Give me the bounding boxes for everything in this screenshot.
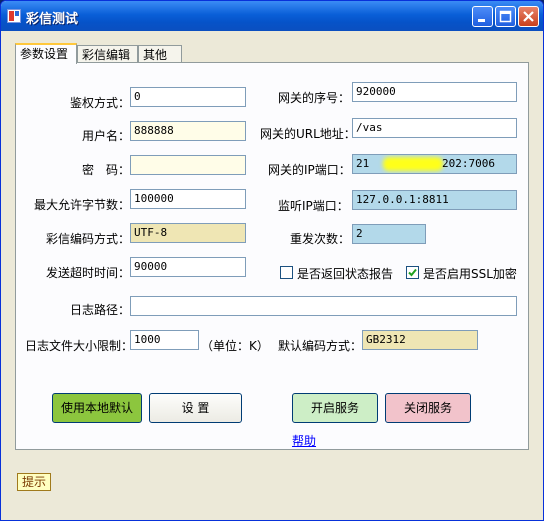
gateway-ip-suffix: 202:7006 [442,157,495,170]
start-service-button[interactable]: 开启服务 [292,393,378,423]
minimize-icon [478,19,485,22]
retry-count-label: 重发次数： [290,232,351,246]
return-report-label: 是否返回状态报告 [297,267,394,281]
app-icon [7,9,21,23]
help-link[interactable]: 帮助 [292,432,316,449]
log-size-label: 日志文件大小限制： [25,339,134,353]
close-button[interactable] [518,6,539,27]
default-encoding-label: 默认编码方式： [278,339,363,353]
encoding-label: 彩信编码方式： [46,232,131,246]
username-label: 用户名： [82,129,131,143]
password-input[interactable] [130,155,246,175]
max-bytes-label: 最大允许字节数： [34,198,131,212]
maximize-button[interactable] [495,6,516,27]
window-title: 彩信测试 [26,12,79,27]
enable-ssl-label: 是否启用SSL加密 [423,267,517,281]
title-bar[interactable]: 彩信测试 [1,1,543,31]
log-size-input[interactable]: 1000 [130,330,199,350]
log-path-label: 日志路径： [70,303,131,317]
use-local-default-button[interactable]: 使用本地默认 [52,393,142,423]
gateway-ip-label: 网关的IP端口： [268,163,351,177]
settings-button[interactable]: 设 置 [149,393,242,423]
password-label: 密 码： [82,163,131,177]
hint-status-label: 提示 [17,473,52,491]
maximize-icon [499,10,512,23]
gateway-url-label: 网关的URL地址： [260,127,356,141]
unit-label: （单位：K） [201,339,269,353]
listen-ip-input[interactable]: 127.0.0.1:8811 [352,190,517,210]
close-icon [523,11,534,22]
username-input[interactable]: 888888 [130,121,246,141]
gateway-ip-prefix: 21 [356,157,370,170]
timeout-label: 发送超时时间： [46,266,131,280]
tab-other[interactable]: 其他 [138,45,182,63]
gateway-seq-label: 网关的序号： [278,91,351,105]
minimize-button[interactable] [472,6,493,27]
log-path-input[interactable] [130,296,517,316]
gateway-url-input[interactable]: /vas [352,118,517,138]
listen-ip-label: 监听IP端口： [278,199,349,213]
timeout-input[interactable]: 90000 [130,257,246,277]
auth-input[interactable]: 0 [130,87,246,107]
retry-count-input[interactable]: 2 [352,224,426,244]
gateway-ip-input[interactable]: 21 202:7006 [352,154,517,174]
stop-service-button[interactable]: 关闭服务 [385,393,471,423]
redaction-highlight [383,157,443,171]
tab-mms-edit[interactable]: 彩信编辑 [77,45,138,63]
gateway-seq-input[interactable]: 920000 [352,82,517,102]
enable-ssl-checkbox[interactable] [406,266,419,279]
max-bytes-input[interactable]: 100000 [130,189,246,209]
encoding-input[interactable]: UTF-8 [130,223,246,243]
return-report-checkbox[interactable] [280,266,293,279]
default-encoding-input[interactable]: GB2312 [362,330,478,350]
auth-label: 鉴权方式： [70,96,131,110]
checkmark-icon [408,268,417,277]
tab-parameters[interactable]: 参数设置 [15,43,77,64]
main-window: 彩信测试 参数设置 彩信编辑 其他 鉴权方式： 0 用户名： 888888 密 … [0,0,544,521]
